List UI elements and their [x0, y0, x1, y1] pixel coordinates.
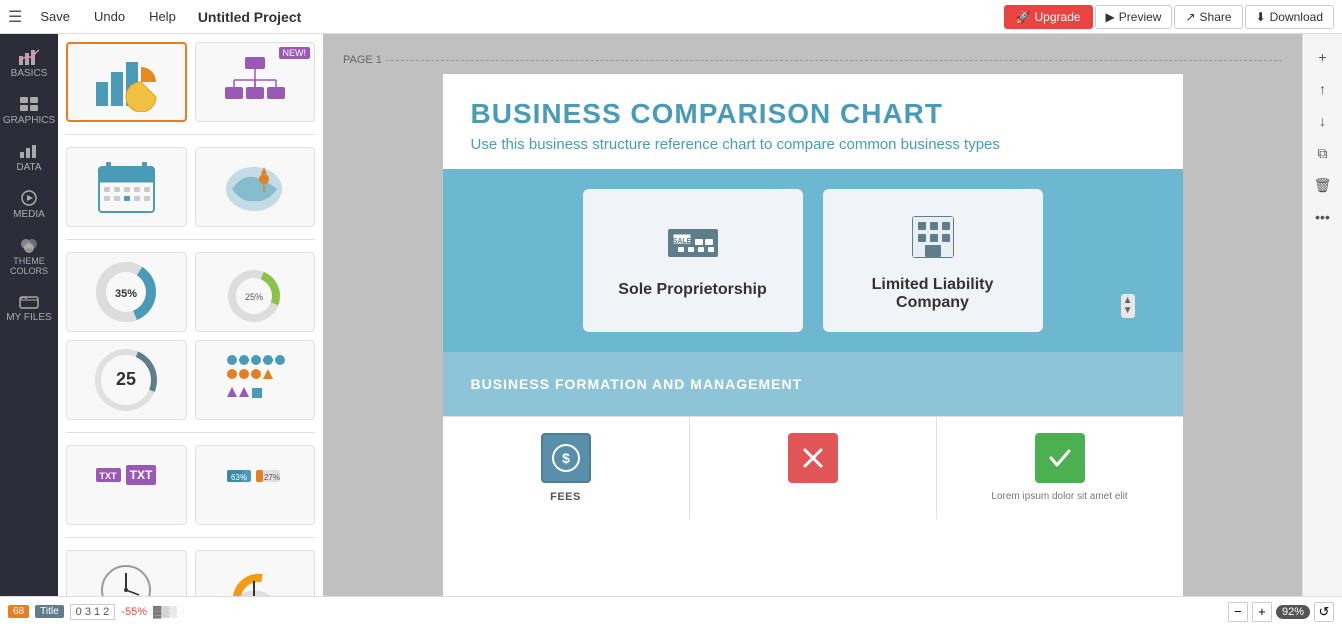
panel-item-text-shapes[interactable]: TXT TXT [66, 445, 187, 525]
panel-item-clock[interactable]: Premium [66, 550, 187, 596]
more-options-button[interactable]: ••• [1306, 202, 1340, 232]
cross-icon [788, 433, 838, 483]
svg-text:TXT: TXT [99, 471, 117, 481]
panel-item-calendar[interactable] [66, 147, 187, 227]
scroll-down-arrow[interactable]: ▼ [1123, 306, 1133, 316]
zoom-in-button[interactable]: + [1252, 602, 1272, 622]
panel-item-circle[interactable]: 25 [66, 340, 187, 420]
title-badge: Title [35, 605, 64, 618]
project-title: Untitled Project [198, 9, 301, 25]
new-badge: NEW! [279, 47, 311, 59]
sidebar-item-media[interactable]: MEDIA [0, 183, 58, 226]
section-arrow [810, 364, 830, 404]
page-label: PAGE 1 [343, 54, 1282, 66]
percent-label: -55% [121, 606, 147, 618]
fees-icon: $ [541, 433, 591, 483]
svg-text:25: 25 [116, 369, 136, 389]
svg-text:35%: 35% [115, 288, 137, 300]
panel-item-gauge[interactable]: 25% [195, 252, 316, 332]
bottom-bar: 68 Title 0 3 1 2 -55% ▓▒░ − + 92% ↺ [0, 596, 1342, 626]
upgrade-label: Upgrade [1035, 10, 1081, 24]
move-up-button[interactable]: ↑ [1306, 74, 1340, 104]
svg-text:$: $ [562, 450, 570, 466]
move-down-button[interactable]: ↓ [1306, 106, 1340, 136]
canvas-area[interactable]: PAGE 1 BUSINESS COMPARISON CHART Use thi… [323, 34, 1302, 596]
infographic-header: BUSINESS COMPARISON CHART Use this busin… [443, 74, 1183, 169]
card-icon-sole: SALE [663, 209, 723, 269]
download-icon: ⬇ [1256, 10, 1266, 24]
infographic: BUSINESS COMPARISON CHART Use this busin… [443, 74, 1183, 596]
card-icon-llc [903, 209, 963, 264]
panel-item-org[interactable]: NEW! [195, 42, 316, 122]
svg-text:63%: 63% [231, 473, 247, 482]
sidebar-item-graphics[interactable]: GRAPHICS [0, 89, 58, 132]
badge-number: 68 [8, 605, 29, 618]
save-button[interactable]: Save [34, 7, 76, 26]
infographic-subtitle: Use this business structure reference ch… [471, 136, 1155, 153]
card-label-llc: Limited Liability Company [839, 276, 1027, 312]
zoom-out-button[interactable]: − [1228, 602, 1248, 622]
sidebar-item-data[interactable]: DATA [0, 136, 58, 179]
main-content: BASICS GRAPHICS DATA MEDIA THEME COLORS … [0, 34, 1342, 596]
right-toolbar: + ↑ ↓ ⧉ 🗑 ••• [1302, 34, 1342, 596]
card-sole-proprietorship: SALE Sole Proprietorship [583, 189, 803, 332]
card-llc: Limited Liability Company [823, 189, 1043, 332]
infographic-section-header: BUSINESS FORMATION AND MANAGEMENT [443, 352, 1183, 416]
infographic-title: BUSINESS COMPARISON CHART [471, 98, 1155, 130]
undo-button[interactable]: Undo [88, 7, 131, 26]
svg-text:25%: 25% [245, 292, 263, 302]
menu-icon[interactable]: ☰ [8, 7, 22, 27]
share-icon: ↗ [1185, 10, 1195, 24]
panel-item-gauge2[interactable]: Premium 45 min [195, 550, 316, 596]
upgrade-icon: 🚀 [1016, 10, 1031, 24]
svg-text:SALE: SALE [672, 238, 691, 245]
panel-item-bars[interactable]: 63% 27% [195, 445, 316, 525]
share-button[interactable]: ↗ Share [1174, 5, 1242, 29]
color-bar: ▓▒░ [153, 606, 177, 618]
check-cell-text: Lorem ipsum dolor sit amet elit [991, 491, 1127, 502]
cell-fees: $ FEES [443, 417, 690, 519]
download-button[interactable]: ⬇ Download [1245, 5, 1334, 29]
preview-icon: ▶ [1106, 10, 1115, 24]
panel-item-donut[interactable]: 35% [66, 252, 187, 332]
sidebar-item-theme-colors[interactable]: THEME COLORS [0, 230, 58, 282]
duplicate-button[interactable]: ⧉ [1306, 138, 1340, 168]
sidebar-item-basics[interactable]: BASICS [0, 42, 58, 85]
sidebar-item-my-files[interactable]: MY FILES [0, 286, 58, 329]
scroll-widget[interactable]: ▲ ▼ [1121, 294, 1135, 318]
upgrade-button[interactable]: 🚀 Upgrade [1004, 5, 1093, 29]
panel: NEW! [58, 34, 323, 596]
zoom-level: 92% [1276, 605, 1310, 619]
help-button[interactable]: Help [143, 7, 182, 26]
svg-text:27%: 27% [264, 473, 280, 482]
preview-button[interactable]: ▶ Preview [1095, 5, 1173, 29]
infographic-cards-row: ▲ ▼ SALE [443, 169, 1183, 352]
cell-cross [690, 417, 937, 519]
infographic-data-row: $ FEES [443, 416, 1183, 519]
code-label: 0 3 1 2 [70, 604, 116, 620]
panel-item-map[interactable] [195, 147, 316, 227]
card-label-sole: Sole Proprietorship [618, 281, 766, 299]
sidebar-icons: BASICS GRAPHICS DATA MEDIA THEME COLORS … [0, 34, 58, 596]
fees-label: FEES [550, 491, 581, 503]
panel-grid: NEW! [66, 42, 315, 596]
section-header-text: BUSINESS FORMATION AND MANAGEMENT [471, 376, 803, 392]
rotate-button[interactable]: ↺ [1314, 602, 1334, 622]
svg-text:TXT: TXT [129, 468, 152, 482]
add-element-button[interactable]: + [1306, 42, 1340, 72]
topbar-right-actions: 🚀 Upgrade ▶ Preview ↗ Share ⬇ Download [1004, 5, 1334, 29]
check-icon [1035, 433, 1085, 483]
zoom-controls: − + 92% ↺ [1228, 602, 1334, 622]
panel-item-chart[interactable] [66, 42, 187, 122]
cell-check: Lorem ipsum dolor sit amet elit [937, 417, 1183, 519]
topbar: ☰ Save Undo Help Untitled Project 🚀 Upgr… [0, 0, 1342, 34]
delete-button[interactable]: 🗑 [1306, 170, 1340, 200]
panel-item-dots[interactable] [195, 340, 316, 420]
